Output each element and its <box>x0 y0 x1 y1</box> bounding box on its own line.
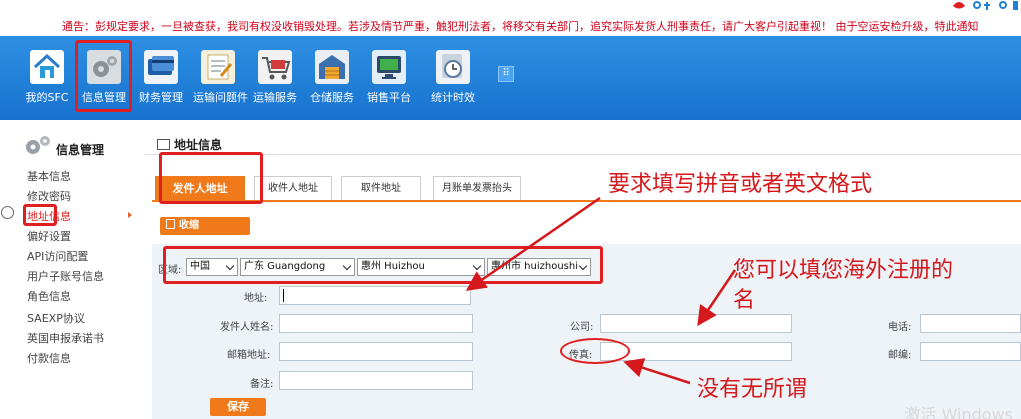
nav-item-label: 我的SFC <box>25 91 69 104</box>
postcode-label: 邮编: <box>888 350 912 361</box>
nav-item-warehouse[interactable]: 仓储服务 <box>307 50 357 105</box>
company-label: 公司: <box>570 322 594 333</box>
nav-item-label: 统计时效 <box>431 91 475 104</box>
sender-name-input[interactable] <box>279 314 473 333</box>
active-arrow-icon <box>128 212 132 218</box>
tabs-underline <box>152 200 1021 202</box>
highlight-box-region <box>163 246 603 284</box>
nav-item-label: 仓储服务 <box>310 91 354 104</box>
company-input[interactable] <box>600 314 792 333</box>
sidebar-item-api-config[interactable]: API访问配置 <box>27 248 88 264</box>
tab-pickup-address[interactable]: 取件地址 <box>341 176 421 200</box>
page-title: 地址信息 <box>157 136 222 153</box>
tab-invoice-header[interactable]: 月账单发票抬头 <box>433 176 521 200</box>
sidebar-item-payment[interactable]: 付款信息 <box>27 350 71 366</box>
edit-icon <box>157 139 170 150</box>
sender-name-label: 发件人姓名: <box>220 322 274 333</box>
top-navigation: 我的SFC 信息管理 财务管理 运输问题件 运输服务 仓储服务 销售平台 统计时… <box>0 36 1021 120</box>
sidebar-item-change-password[interactable]: 修改密码 <box>27 188 71 204</box>
text-caret <box>283 289 284 302</box>
save-button[interactable]: 保存 <box>210 398 266 416</box>
sidebar-item-roles[interactable]: 角色信息 <box>27 288 71 304</box>
nav-item-label: 运输服务 <box>253 91 297 104</box>
clock-icon <box>436 50 470 84</box>
email-input[interactable] <box>279 342 473 361</box>
annotation-fax-note: 没有无所谓 <box>697 377 808 402</box>
note-label: 备注: <box>250 379 274 390</box>
email-label: 邮箱地址: <box>227 350 271 361</box>
notice-text: 通告：彭规定要求，一旦被查获，我司有权没收销毁处理。若涉及情节严重，触犯刑法者，… <box>62 20 979 33</box>
brand-logo-icon <box>953 1 1018 10</box>
note-input[interactable] <box>279 371 473 390</box>
title-divider <box>145 154 1021 155</box>
postcode-input[interactable] <box>920 342 1021 361</box>
watermark: 激活 Windows <box>904 405 1013 419</box>
more-apps-icon[interactable]: ⠿ <box>498 66 514 82</box>
notepad-icon <box>201 50 235 84</box>
page-title-text: 地址信息 <box>174 138 223 152</box>
address-label: 地址: <box>244 293 268 304</box>
highlight-box-sidebar <box>23 204 57 226</box>
nav-item-label: 财务管理 <box>139 91 183 104</box>
notice-bar: 通告：彭规定要求，一旦被查获，我司有权没收销毁处理。若涉及情节严重，触犯刑法者，… <box>0 0 1021 34</box>
radio-button[interactable] <box>1 206 14 219</box>
highlight-box-nav <box>75 40 132 112</box>
sidebar-item-preferences[interactable]: 偏好设置 <box>27 228 71 244</box>
nav-item-statistics[interactable]: 统计时效 <box>428 50 478 105</box>
nav-item-transport-service[interactable]: 运输服务 <box>250 50 300 105</box>
annotation-pinyin-note: 要求填写拼音或者英文格式 <box>608 172 873 197</box>
annotation-overseas-note: 您可以填您海外注册的 <box>733 258 954 283</box>
nav-item-my-sfc[interactable]: 我的SFC <box>22 50 72 105</box>
list-icon <box>166 219 175 229</box>
cart-icon <box>258 50 292 84</box>
sidebar-item-saexp[interactable]: SAEXP协议 <box>27 310 85 326</box>
sidebar-title: 信息管理 <box>56 143 105 157</box>
nav-item-label: 运输问题件 <box>193 91 248 104</box>
phone-label: 电话: <box>888 322 912 333</box>
collapse-button[interactable]: 收缩 <box>160 217 250 235</box>
sidebar: 信息管理 基本信息 修改密码 地址信息 偏好设置 API访问配置 用户子账号信息… <box>0 120 145 419</box>
nav-item-finance[interactable]: 财务管理 <box>136 50 186 105</box>
highlight-box-tab <box>159 152 263 204</box>
nav-item-transport-issues[interactable]: 运输问题件 <box>193 50 248 105</box>
sidebar-item-sub-accounts[interactable]: 用户子账号信息 <box>27 268 104 284</box>
phone-input[interactable] <box>920 314 1021 333</box>
collapse-label: 收缩 <box>179 220 199 231</box>
gears-icon <box>26 136 50 154</box>
credit-card-icon <box>144 50 178 84</box>
annotation-overseas-note-2: 名 <box>733 288 756 313</box>
nav-item-label: 销售平台 <box>367 91 411 104</box>
nav-item-sales-platform[interactable]: 销售平台 <box>364 50 414 105</box>
warehouse-icon <box>315 50 349 84</box>
address-input[interactable] <box>279 286 471 305</box>
highlight-circle-fax <box>560 338 630 364</box>
tab-recipient-address[interactable]: 收件人地址 <box>254 176 332 200</box>
monitor-icon <box>372 50 406 84</box>
sidebar-item-uk-declaration[interactable]: 英国申报承诺书 <box>27 330 104 346</box>
sidebar-item-basic-info[interactable]: 基本信息 <box>27 168 71 184</box>
home-icon <box>30 50 64 84</box>
